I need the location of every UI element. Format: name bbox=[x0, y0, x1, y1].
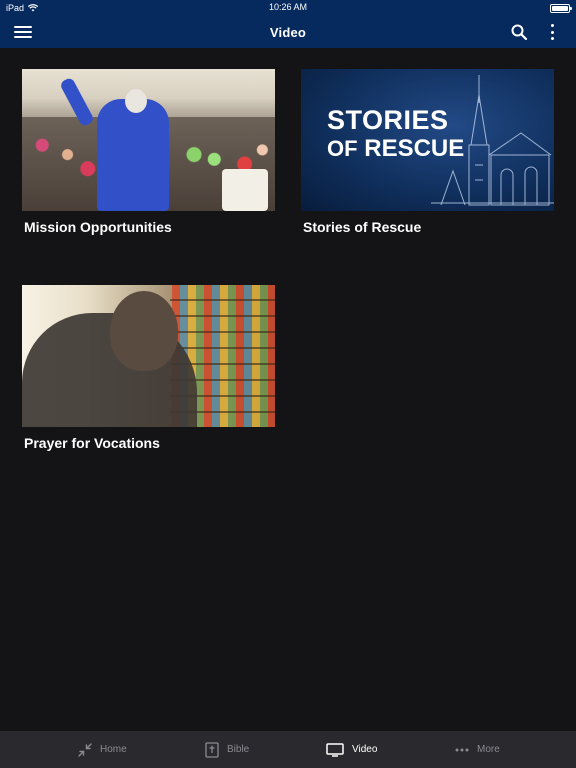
tab-more[interactable]: More bbox=[455, 731, 500, 768]
hamburger-menu-icon[interactable] bbox=[14, 24, 32, 40]
video-title[interactable]: Mission Opportunities bbox=[24, 219, 275, 235]
ellipsis-icon bbox=[455, 748, 469, 751]
tv-icon bbox=[326, 742, 344, 757]
video-thumbnail[interactable] bbox=[22, 285, 275, 427]
thumbnail-title: STORIES OF RESCUE bbox=[327, 105, 465, 162]
video-card-prayer[interactable]: Prayer for Vocations bbox=[22, 285, 275, 451]
header: Video bbox=[0, 16, 576, 48]
tab-label: Video bbox=[352, 744, 378, 755]
tab-label: Home bbox=[100, 744, 127, 755]
tab-video[interactable]: Video bbox=[326, 731, 377, 768]
video-thumbnail[interactable] bbox=[22, 69, 275, 211]
video-title[interactable]: Prayer for Vocations bbox=[24, 435, 275, 451]
bible-icon bbox=[205, 741, 219, 758]
tab-bible[interactable]: Bible bbox=[205, 731, 249, 768]
tab-home[interactable]: Home bbox=[78, 731, 127, 768]
video-thumbnail[interactable]: STORIES OF RESCUE bbox=[301, 69, 554, 211]
battery-icon bbox=[550, 3, 572, 13]
more-options-icon[interactable] bbox=[546, 23, 558, 41]
tab-label: More bbox=[477, 744, 500, 755]
tab-bar: Home Bible Video More bbox=[0, 731, 576, 768]
status-bar: iPad 10:26 AM bbox=[0, 0, 576, 16]
video-card-rescue[interactable]: STORIES OF RESCUE Stories of Rescue bbox=[301, 69, 554, 235]
page-title: Video bbox=[269, 24, 307, 40]
tab-label: Bible bbox=[227, 744, 250, 755]
status-time: 10:26 AM bbox=[268, 2, 308, 12]
video-card-mission[interactable]: Mission Opportunities bbox=[22, 69, 275, 235]
video-title[interactable]: Stories of Rescue bbox=[303, 219, 554, 235]
collapse-arrows-icon bbox=[78, 742, 92, 757]
search-icon[interactable] bbox=[510, 23, 528, 41]
